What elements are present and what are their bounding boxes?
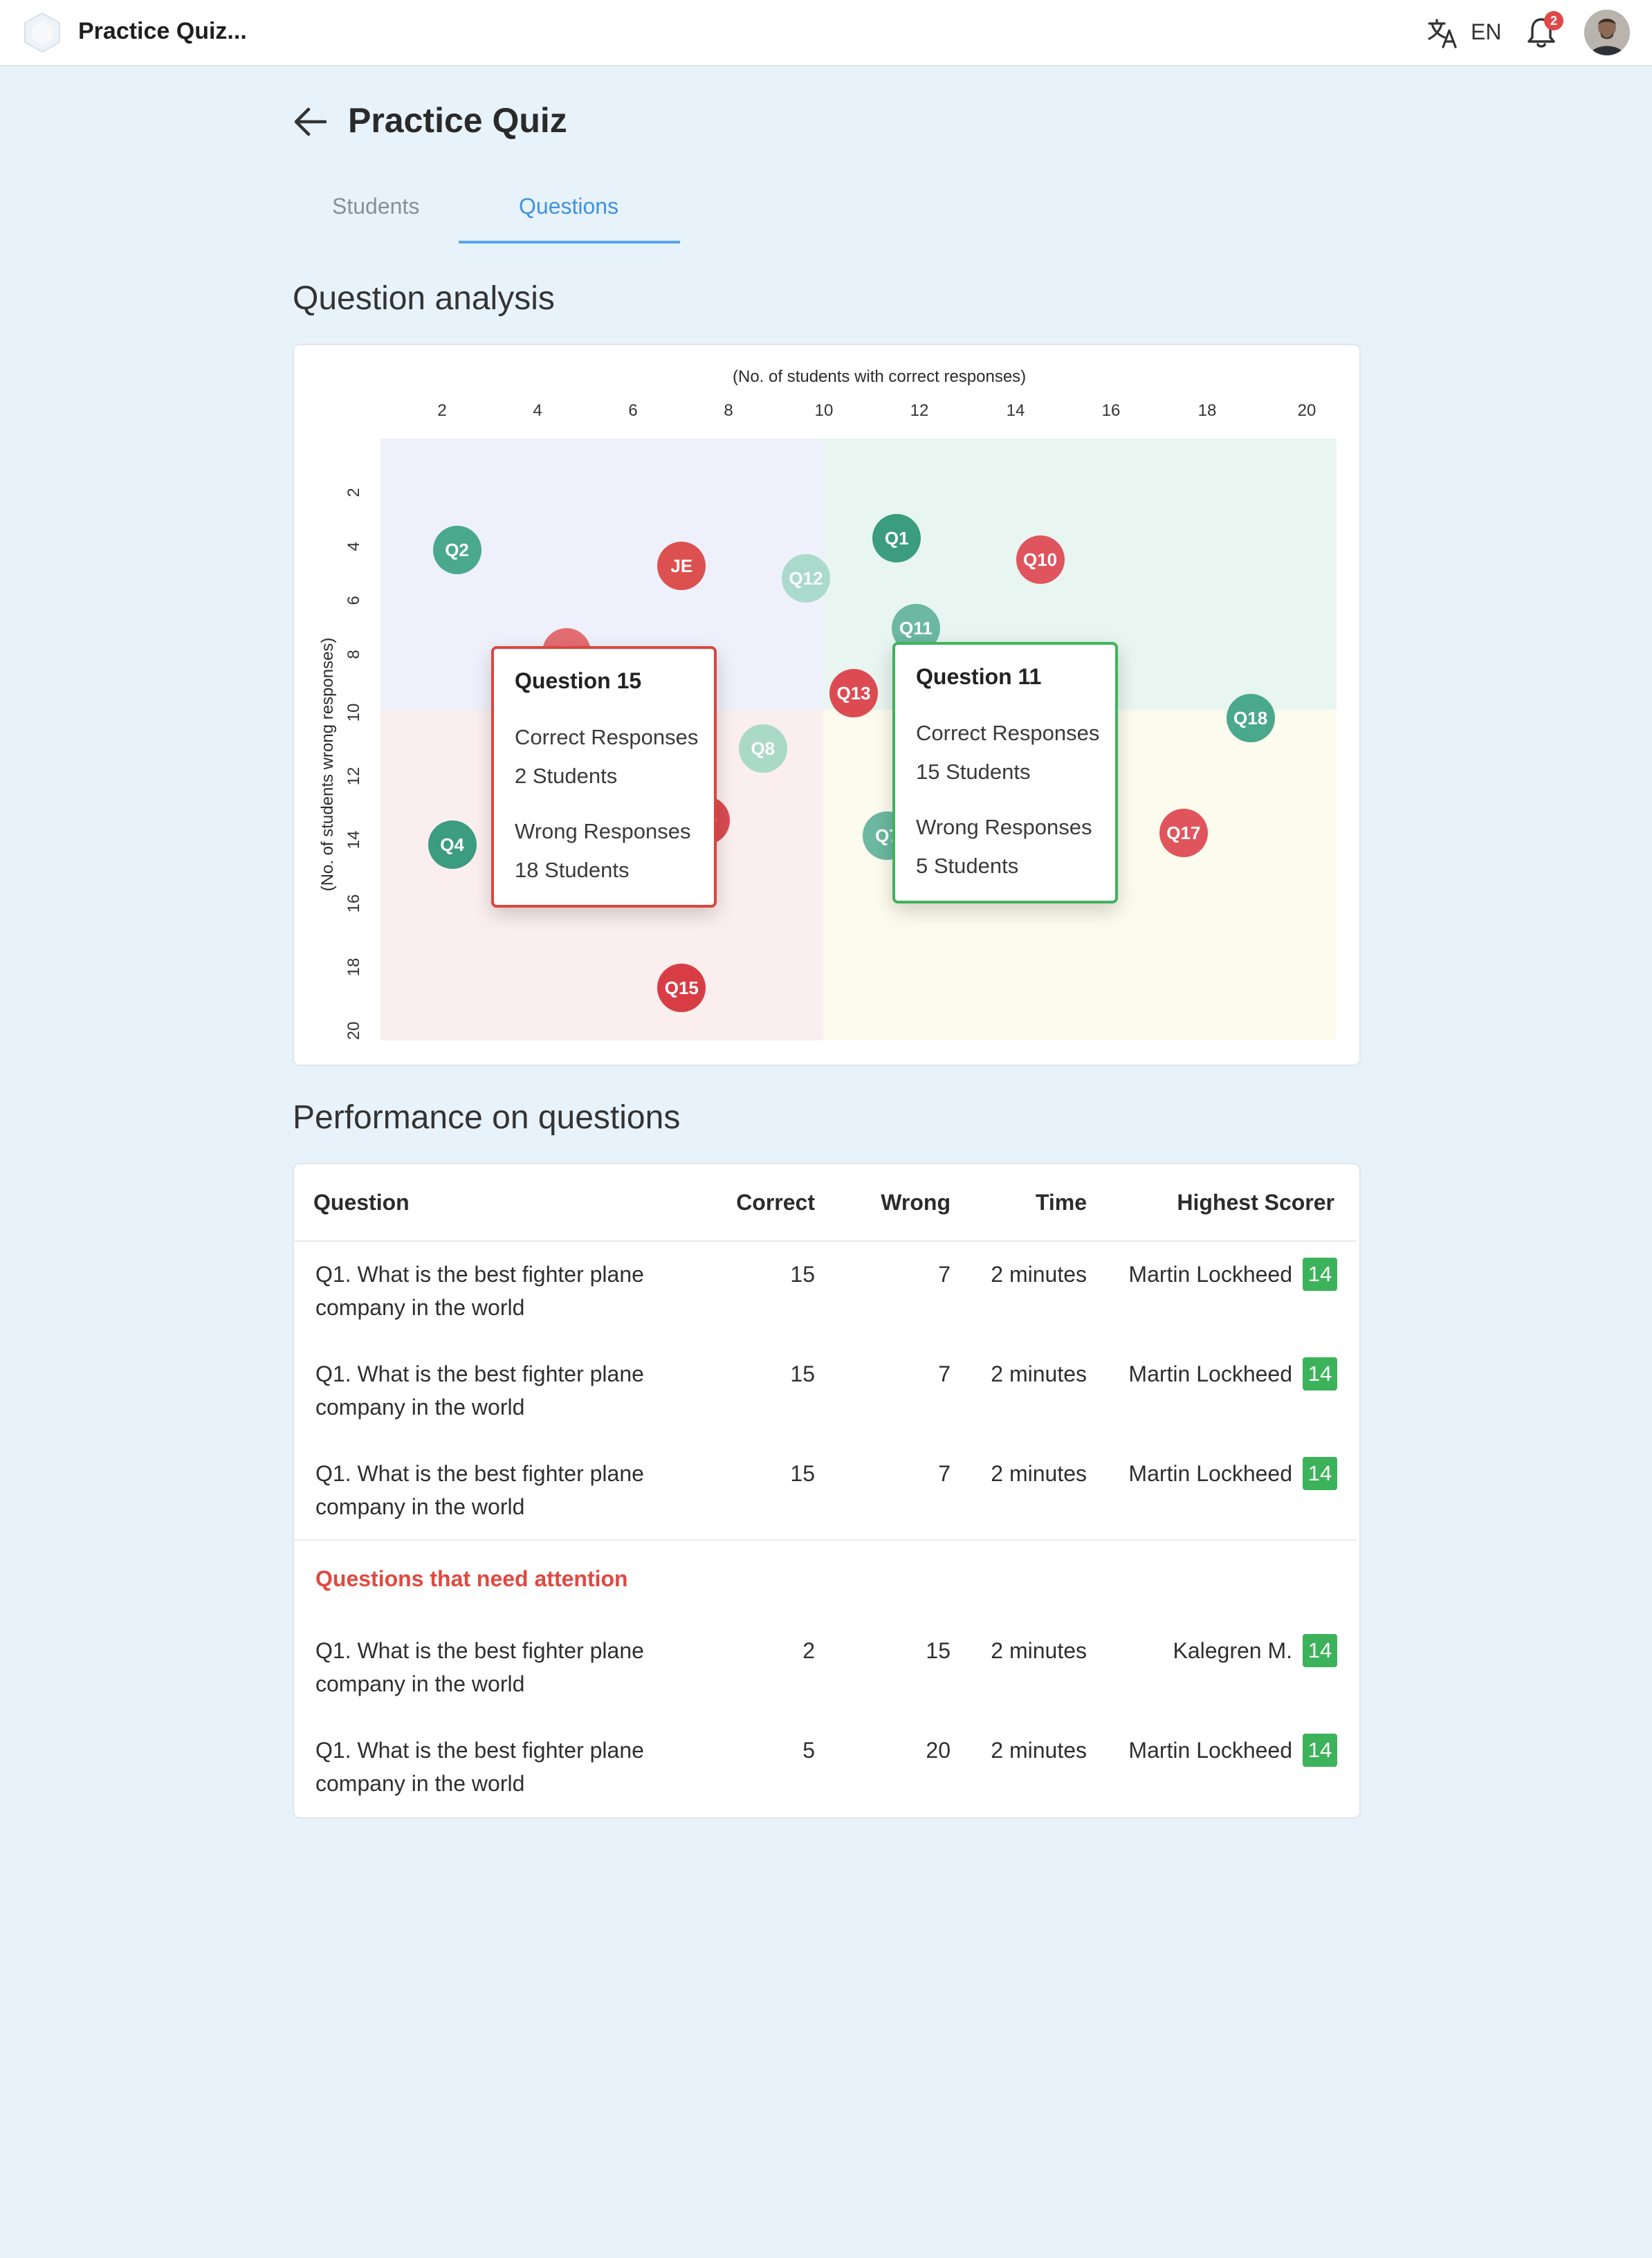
scatter-point-q17[interactable]: Q17 xyxy=(1159,808,1208,857)
scatter-point-q10[interactable]: Q10 xyxy=(1016,535,1065,584)
question-analysis-title: Question analysis xyxy=(293,280,555,317)
tooltip-wrong-label: Wrong Responses xyxy=(515,819,691,843)
wrong-count: 7 xyxy=(938,1461,951,1486)
x-tick-label: 16 xyxy=(1101,401,1121,420)
x-tick-label: 10 xyxy=(814,401,834,420)
tooltip-title: Question 11 xyxy=(916,664,1042,689)
wrong-count: 20 xyxy=(926,1738,951,1763)
wrong-count: 7 xyxy=(938,1262,951,1287)
y-tick-label: 2 xyxy=(345,488,363,497)
x-tick-label: 4 xyxy=(533,401,542,420)
y-tick-label: 6 xyxy=(345,596,363,605)
scatter-point-q8[interactable]: Q8 xyxy=(738,724,787,773)
highest-scorer-name: Martin Lockheed xyxy=(1128,1461,1292,1486)
top-bar: Practice Quiz... EN 2 xyxy=(0,0,1652,66)
y-axis-title: (No. of students wrong responses) xyxy=(318,637,337,892)
highest-scorer-name: Martin Lockheed xyxy=(1128,1738,1292,1763)
question-text: Q1. What is the best fighter plane compa… xyxy=(315,1361,644,1420)
y-tick-label: 18 xyxy=(345,957,363,977)
x-tick-label: 8 xyxy=(724,401,733,420)
column-header-correct: Correct xyxy=(736,1190,815,1215)
tooltip-wrong-label: Wrong Responses xyxy=(916,815,1092,839)
tooltip-wrong-value: 18 Students xyxy=(515,858,630,882)
notification-count-badge: 2 xyxy=(1544,11,1563,30)
scatter-point-q18[interactable]: Q18 xyxy=(1226,693,1275,742)
x-tick-label: 18 xyxy=(1197,401,1217,420)
tooltip-correct-value: 15 Students xyxy=(916,760,1031,784)
scatter-point-q15[interactable]: Q15 xyxy=(657,963,706,1012)
tab-students[interactable]: Students xyxy=(332,194,419,219)
question-text: Q1. What is the best fighter plane compa… xyxy=(315,1638,644,1696)
question-text: Q1. What is the best fighter plane compa… xyxy=(315,1461,644,1519)
score-badge: 14 xyxy=(1303,1258,1337,1291)
tooltip-wrong-value: 5 Students xyxy=(916,854,1019,878)
score-badge: 14 xyxy=(1303,1634,1337,1667)
correct-count: 15 xyxy=(790,1262,815,1287)
y-tick-label: 12 xyxy=(345,767,363,786)
x-axis-title: (No. of students with correct responses) xyxy=(733,367,1027,386)
x-tick-label: 20 xyxy=(1297,401,1316,420)
score-badge: 14 xyxy=(1303,1734,1337,1767)
tooltip-title: Question 15 xyxy=(515,668,642,693)
y-tick-label: 16 xyxy=(345,894,363,913)
wrong-count: 15 xyxy=(926,1638,951,1663)
scatter-point-q13[interactable]: Q13 xyxy=(829,668,879,717)
score-badge: 14 xyxy=(1303,1357,1337,1390)
app-logo-icon[interactable] xyxy=(21,11,64,54)
score-badge: 14 xyxy=(1303,1457,1337,1490)
y-tick-label: 20 xyxy=(345,1021,363,1040)
avatar-photo xyxy=(1584,10,1630,55)
x-tick-label: 2 xyxy=(437,401,447,420)
language-selector[interactable]: EN xyxy=(1471,19,1501,45)
scatter-point-q4[interactable]: Q4 xyxy=(428,820,477,870)
tooltip-question-15: Question 15 Correct Responses 2 Students… xyxy=(491,646,717,908)
column-header-question: Question xyxy=(313,1190,410,1215)
wrong-count: 7 xyxy=(938,1361,951,1386)
section-divider xyxy=(294,1539,1357,1541)
y-tick-label: 4 xyxy=(345,542,363,551)
scatter-point-q1[interactable]: Q1 xyxy=(872,513,921,562)
highest-scorer-name: Martin Lockheed xyxy=(1128,1361,1292,1386)
y-tick-label: 8 xyxy=(345,650,363,659)
tooltip-question-11: Question 11 Correct Responses 15 Student… xyxy=(892,642,1118,903)
scatter-point-q2[interactable]: Q2 xyxy=(432,526,481,575)
tooltip-correct-label: Correct Responses xyxy=(916,721,1100,745)
correct-count: 5 xyxy=(802,1738,815,1763)
performance-title: Performance on questions xyxy=(293,1099,681,1136)
translate-icon[interactable] xyxy=(1426,17,1460,50)
back-arrow-icon[interactable] xyxy=(291,102,329,141)
active-tab-indicator xyxy=(459,241,680,244)
x-tick-label: 12 xyxy=(910,401,929,420)
tab-questions[interactable]: Questions xyxy=(519,194,618,219)
scatter-point-q12[interactable]: Q12 xyxy=(781,553,830,603)
user-avatar[interactable] xyxy=(1584,10,1630,55)
header-divider xyxy=(294,1240,1357,1242)
column-header-highest-scorer: Highest Scorer xyxy=(1177,1190,1334,1215)
highest-scorer-name: Kalegren M. xyxy=(1173,1638,1292,1663)
question-text: Q1. What is the best fighter plane compa… xyxy=(315,1262,644,1320)
highest-scorer-name: Martin Lockheed xyxy=(1128,1262,1292,1287)
app-title: Practice Quiz... xyxy=(78,18,247,44)
tooltip-correct-value: 2 Students xyxy=(515,764,618,788)
x-tick-label: 14 xyxy=(1006,401,1025,420)
correct-count: 15 xyxy=(790,1461,815,1486)
column-header-time: Time xyxy=(1035,1190,1087,1215)
x-tick-label: 6 xyxy=(628,401,638,420)
correct-count: 2 xyxy=(802,1638,815,1663)
scatter-point-je[interactable]: JE xyxy=(657,541,706,590)
correct-count: 15 xyxy=(790,1361,815,1386)
y-tick-label: 10 xyxy=(345,703,363,722)
question-text: Q1. What is the best fighter plane compa… xyxy=(315,1738,644,1796)
page-title: Practice Quiz xyxy=(348,101,567,140)
attention-section-label: Questions that need attention xyxy=(315,1566,628,1591)
tooltip-correct-label: Correct Responses xyxy=(515,725,699,749)
column-header-wrong: Wrong xyxy=(881,1190,951,1215)
y-tick-label: 14 xyxy=(345,830,363,850)
